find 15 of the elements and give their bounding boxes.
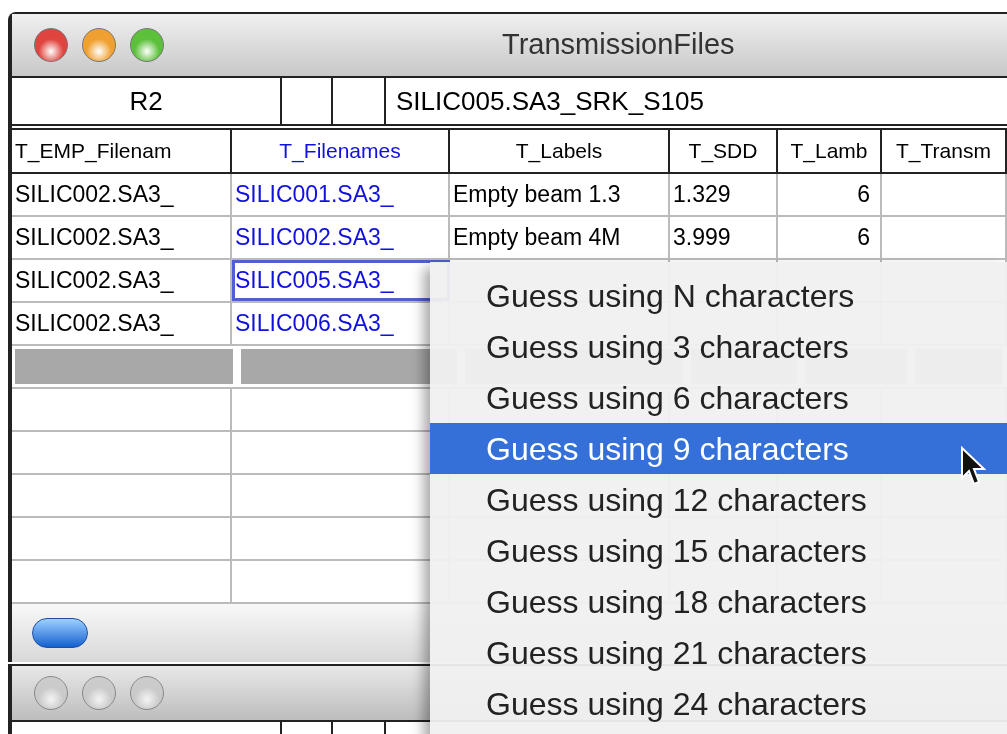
table-cell-text: SILIC005.SA3_SRK_S105 [395, 84, 705, 118]
table-cell: 6 [778, 174, 882, 215]
table-cell: SILIC001.SA3_ [232, 174, 450, 215]
table-cell: SILIC002.SA3_ [12, 217, 232, 258]
table-cell: 1.329 [670, 174, 778, 215]
table-cell: Empty beam 4M [450, 217, 670, 258]
table-cell: 3.999 [670, 217, 778, 258]
table-cell: SILIC002.SA3_ [232, 217, 450, 258]
table-cell: SILIC002.SA3_ [12, 303, 232, 344]
table-cell: SILIC002.SA3_ [12, 260, 232, 301]
table-cell: Empty beam 1.3 [450, 174, 670, 215]
window-title: TransmissionFiles [502, 27, 735, 63]
table-cell: R2 [12, 78, 282, 124]
table-cell: SILIC002.SA3_ [12, 174, 232, 215]
table-cell: 6 [778, 217, 882, 258]
